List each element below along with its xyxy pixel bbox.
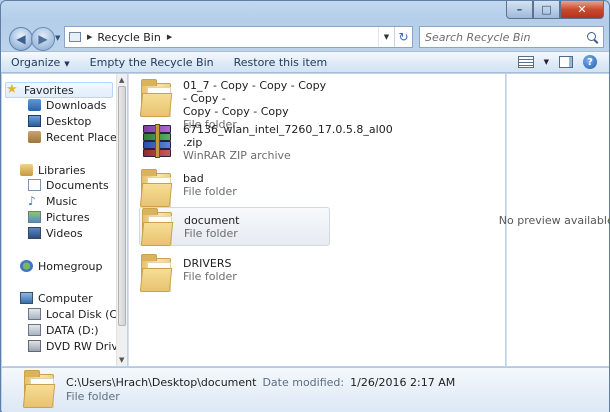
- file-type: File folder: [183, 185, 237, 198]
- hard-disk-icon: [28, 324, 41, 336]
- file-name: 01_7 - Copy - Copy - Copy - Copy -: [183, 79, 327, 105]
- file-name: .zip: [183, 136, 203, 149]
- command-bar: Organize ▼ Empty the Recycle Bin Restore …: [1, 51, 609, 73]
- recent-pages-dropdown[interactable]: ▼: [55, 34, 60, 42]
- file-list: 01_7 - Copy - Copy - Copy - Copy - Copy …: [128, 74, 505, 366]
- videos-icon: [28, 227, 41, 239]
- folder-icon: [22, 370, 56, 408]
- documents-icon: [28, 179, 41, 191]
- pictures-icon: [28, 211, 41, 223]
- music-icon: ♪: [28, 194, 36, 208]
- help-icon[interactable]: ?: [583, 55, 597, 69]
- breadcrumb-recycle-bin[interactable]: Recycle Bin: [97, 31, 160, 44]
- nav-dvd-drive[interactable]: DVD RW Drive (E:: [28, 338, 127, 354]
- folder-icon: [140, 208, 174, 250]
- desktop-icon: [28, 115, 41, 127]
- recycle-bin-icon: [69, 32, 81, 42]
- folder-icon: [139, 79, 173, 121]
- file-item[interactable]: DRIVERS File folder: [139, 254, 330, 294]
- file-type: File folder: [183, 270, 237, 283]
- file-name: document: [184, 214, 240, 227]
- navigation-pane: ★ Favorites Downloads Desktop Recent Plac…: [2, 74, 127, 366]
- scroll-down-icon[interactable]: ▼: [119, 356, 124, 364]
- details-path: C:\Users\Hrach\Desktop\document: [66, 376, 257, 389]
- file-name: bad: [183, 172, 204, 185]
- forward-button[interactable]: ▶: [31, 27, 55, 51]
- nav-scrollbar[interactable]: ▲ ▼: [116, 74, 127, 366]
- scroll-up-icon[interactable]: ▲: [119, 76, 124, 84]
- nav-data-drive[interactable]: DATA (D:): [28, 322, 99, 338]
- empty-recycle-bin-button[interactable]: Empty the Recycle Bin: [80, 56, 224, 69]
- dvd-drive-icon: [28, 340, 41, 352]
- file-item[interactable]: 01_7 - Copy - Copy - Copy - Copy - Copy …: [139, 79, 330, 131]
- nav-recent-places[interactable]: Recent Places: [28, 129, 123, 145]
- folder-icon: [139, 169, 173, 211]
- nav-computer[interactable]: Computer: [20, 290, 93, 306]
- search-placeholder: Search Recycle Bin: [425, 30, 531, 44]
- file-name: DRIVERS: [183, 257, 232, 270]
- date-modified-value: 1/26/2016 2:17 AM: [350, 376, 456, 389]
- scrollbar-thumb[interactable]: [118, 86, 126, 326]
- nav-favorites[interactable]: ★ Favorites: [5, 82, 113, 98]
- recent-places-icon: [28, 131, 41, 143]
- chevron-down-icon: ▼: [64, 59, 70, 68]
- nav-desktop[interactable]: Desktop: [28, 113, 91, 129]
- search-icon[interactable]: [587, 31, 598, 43]
- nav-music[interactable]: ♪ Music: [28, 193, 77, 209]
- date-modified-label: Date modified:: [262, 376, 345, 389]
- no-preview-text: No preview available.: [498, 213, 610, 227]
- homegroup-icon: [20, 260, 33, 272]
- libraries-icon: [20, 164, 33, 176]
- back-button[interactable]: ◀: [9, 27, 33, 51]
- refresh-icon[interactable]: ↻: [394, 27, 412, 47]
- nav-local-disk[interactable]: Local Disk (C:): [28, 306, 125, 322]
- view-options-dropdown[interactable]: ▼: [544, 58, 549, 66]
- hard-disk-icon: [28, 308, 41, 320]
- computer-icon: [20, 292, 33, 304]
- address-history-dropdown[interactable]: ▼: [378, 27, 394, 47]
- file-name: 67136_wlan_intel_7260_17.0.5.8_al00: [183, 123, 393, 136]
- breadcrumb-chevron-icon[interactable]: ▶: [87, 33, 92, 41]
- file-item[interactable]: 67136_wlan_intel_7260_17.0.5.8_al00 .zip…: [139, 123, 393, 165]
- nav-homegroup[interactable]: Homegroup: [20, 258, 102, 274]
- close-button[interactable]: ✕: [560, 1, 604, 19]
- search-input[interactable]: Search Recycle Bin: [419, 26, 604, 48]
- address-bar[interactable]: ▶ Recycle Bin ▶ ▼ ↻: [64, 26, 413, 48]
- caption-buttons: – □ ✕: [506, 1, 604, 19]
- file-item[interactable]: bad File folder: [139, 169, 330, 209]
- organize-button[interactable]: Organize ▼: [1, 56, 80, 69]
- nav-libraries[interactable]: Libraries: [20, 162, 86, 178]
- file-type: WinRAR ZIP archive: [183, 149, 291, 162]
- back-arrow-icon: ◀: [16, 32, 26, 46]
- downloads-icon: [28, 99, 41, 111]
- star-icon: ★: [6, 82, 18, 97]
- file-name: Copy - Copy - Copy: [183, 105, 289, 118]
- nav-documents[interactable]: Documents: [28, 177, 109, 193]
- details-type: File folder: [66, 390, 120, 403]
- restore-item-button[interactable]: Restore this item: [224, 56, 338, 69]
- winrar-archive-icon: [139, 123, 173, 165]
- breadcrumb-chevron-icon[interactable]: ▶: [167, 33, 172, 41]
- file-type: File folder: [184, 227, 238, 240]
- file-item-selected[interactable]: document File folder: [139, 207, 330, 246]
- forward-arrow-icon: ▶: [38, 32, 48, 46]
- maximize-button[interactable]: □: [533, 1, 560, 19]
- preview-pane: No preview available.: [499, 74, 610, 366]
- nav-videos[interactable]: Videos: [28, 225, 83, 241]
- details-pane: C:\Users\Hrach\Desktop\document Date mod…: [2, 367, 609, 412]
- change-view-icon[interactable]: [517, 56, 534, 68]
- explorer-window: – □ ✕ ◀ ▶ ▼ ▶ Recycle Bin ▶ ▼ ↻ Search R…: [0, 0, 610, 412]
- folder-icon: [139, 254, 173, 296]
- nav-pictures[interactable]: Pictures: [28, 209, 90, 225]
- minimize-button[interactable]: –: [506, 1, 533, 19]
- preview-pane-icon[interactable]: [559, 56, 573, 68]
- nav-downloads[interactable]: Downloads: [28, 97, 106, 113]
